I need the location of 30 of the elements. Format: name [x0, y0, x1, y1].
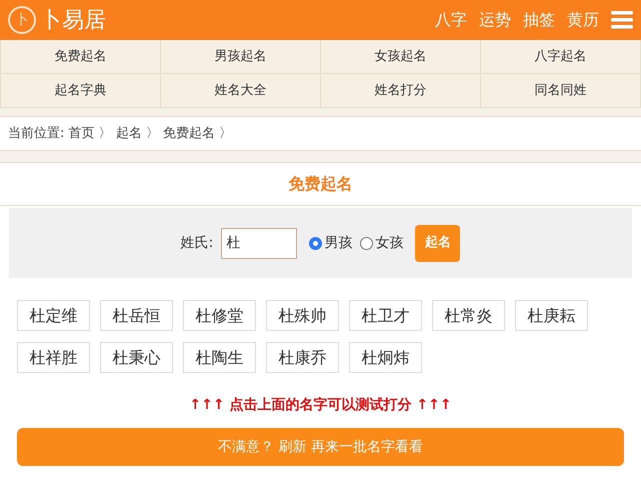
- nav-link[interactable]: 女孩起名: [321, 40, 481, 74]
- name-chip[interactable]: 杜殊帅: [266, 300, 339, 331]
- nav-link[interactable]: 起名字典: [1, 74, 161, 108]
- hint-text: ↑↑↑ 点击上面的名字可以测试打分 ↑↑↑: [188, 396, 453, 415]
- section-title: 免费起名: [0, 163, 641, 206]
- nav-link[interactable]: 同名同姓: [481, 74, 641, 108]
- name-chip[interactable]: 杜定维: [17, 300, 90, 331]
- nav-link[interactable]: 姓名大全: [161, 74, 321, 108]
- name-chip[interactable]: 杜祥胜: [17, 342, 90, 373]
- name-chip[interactable]: 杜秉心: [100, 342, 173, 373]
- name-chip[interactable]: 杜岳恒: [100, 300, 173, 331]
- name-chip[interactable]: 杜康乔: [266, 342, 339, 373]
- breadcrumb: 当前位置: 首页 〉 起名 〉 免费起名 〉: [0, 116, 641, 151]
- name-chip[interactable]: 杜庚耘: [515, 300, 588, 331]
- nav-link[interactable]: 八字起名: [481, 40, 641, 74]
- name-chip[interactable]: 杜修堂: [183, 300, 256, 331]
- name-chip[interactable]: 杜常炎: [432, 300, 505, 331]
- gender-label: 女孩: [375, 234, 404, 252]
- gender-label: 男孩: [324, 234, 352, 252]
- name-chip[interactable]: 杜炯炜: [349, 342, 422, 373]
- name-chip[interactable]: 杜陶生: [183, 342, 256, 373]
- nav-link[interactable]: 姓名打分: [321, 74, 481, 108]
- surname-label: 姓氏:: [180, 234, 214, 252]
- surname-field[interactable]: 杜: [221, 228, 298, 258]
- gender-radio[interactable]: [360, 236, 374, 250]
- gender-radio[interactable]: [309, 236, 322, 250]
- menu-icon[interactable]: [611, 11, 633, 29]
- nav-link[interactable]: 男孩起名: [161, 40, 321, 74]
- name-chip[interactable]: 杜卫才: [349, 300, 422, 331]
- nav-link[interactable]: 免费起名: [1, 40, 161, 74]
